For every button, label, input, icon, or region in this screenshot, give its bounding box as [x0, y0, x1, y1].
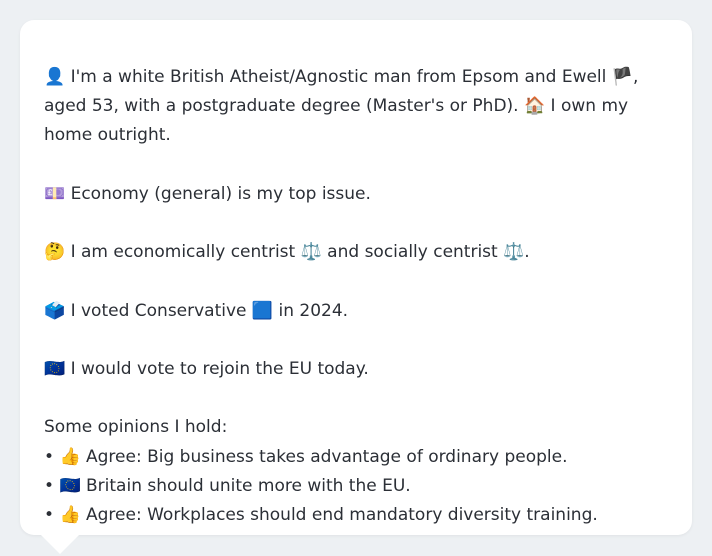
top-issue-paragraph: 💷 Economy (general) is my top issue. [44, 180, 668, 209]
position-text-c: . [524, 242, 530, 263]
intro-paragraph: 👤 I'm a white British Atheist/Agnostic m… [44, 63, 668, 151]
opinion-text: Agree: Big business takes advantage of o… [80, 446, 568, 467]
list-item: • 🇪🇺 Britain should unite more with the … [44, 472, 668, 501]
bubble-tail [40, 534, 80, 554]
england-flag-icon: 🏴 [611, 67, 633, 87]
house-icon: 🏠 [523, 96, 546, 117]
opinion-text: Britain should unite more with the EU. [80, 475, 411, 496]
eu-paragraph: 🇪🇺 I would vote to rejoin the EU today. [44, 355, 668, 384]
opinions-list: • 👍 Agree: Big business takes advantage … [44, 443, 668, 531]
vote-text-a: I voted Conservative [65, 300, 252, 321]
position-paragraph: 🤔 I am economically centrist ⚖️ and soci… [44, 238, 668, 267]
thinking-face-icon: 🤔 [44, 242, 66, 263]
bullet: • [44, 446, 55, 467]
eu-flag-icon: 🇪🇺 [59, 475, 81, 496]
blue-square-icon: 🟦 [251, 300, 274, 321]
money-icon: 💷 [44, 183, 66, 204]
profile-message-bubble: 👤 I'm a white British Atheist/Agnostic m… [20, 20, 692, 535]
vote-paragraph: 🗳️ I voted Conservative 🟦 in 2024. [44, 297, 668, 326]
thumbs-up-icon: 👍 [59, 446, 81, 467]
opinion-text: Agree: Workplaces should end mandatory d… [80, 504, 598, 525]
list-item: • 👍 Agree: Workplaces should end mandato… [44, 501, 668, 530]
bullet: • [44, 504, 55, 525]
list-item: • 👍 Agree: Big business takes advantage … [44, 443, 668, 472]
eu-flag-icon: 🇪🇺 [44, 358, 66, 379]
vote-text-b: in 2024. [273, 300, 349, 321]
position-text-a: I am economically centrist [65, 242, 301, 263]
bullet: • [44, 475, 55, 496]
top-issue-text: Economy (general) is my top issue. [65, 183, 371, 204]
thumbs-up-icon: 👍 [59, 504, 81, 525]
position-text-b: and socially centrist [321, 242, 504, 263]
opinions-heading: Some opinions I hold: [44, 417, 228, 438]
ballot-box-icon: 🗳️ [44, 300, 66, 321]
person-icon: 👤 [44, 67, 66, 87]
scales-icon: ⚖️ [503, 242, 525, 263]
eu-text: I would vote to rejoin the EU today. [65, 358, 369, 379]
intro-text-a: I'm a white British Atheist/Agnostic man… [65, 67, 612, 87]
scales-icon: ⚖️ [300, 242, 322, 263]
